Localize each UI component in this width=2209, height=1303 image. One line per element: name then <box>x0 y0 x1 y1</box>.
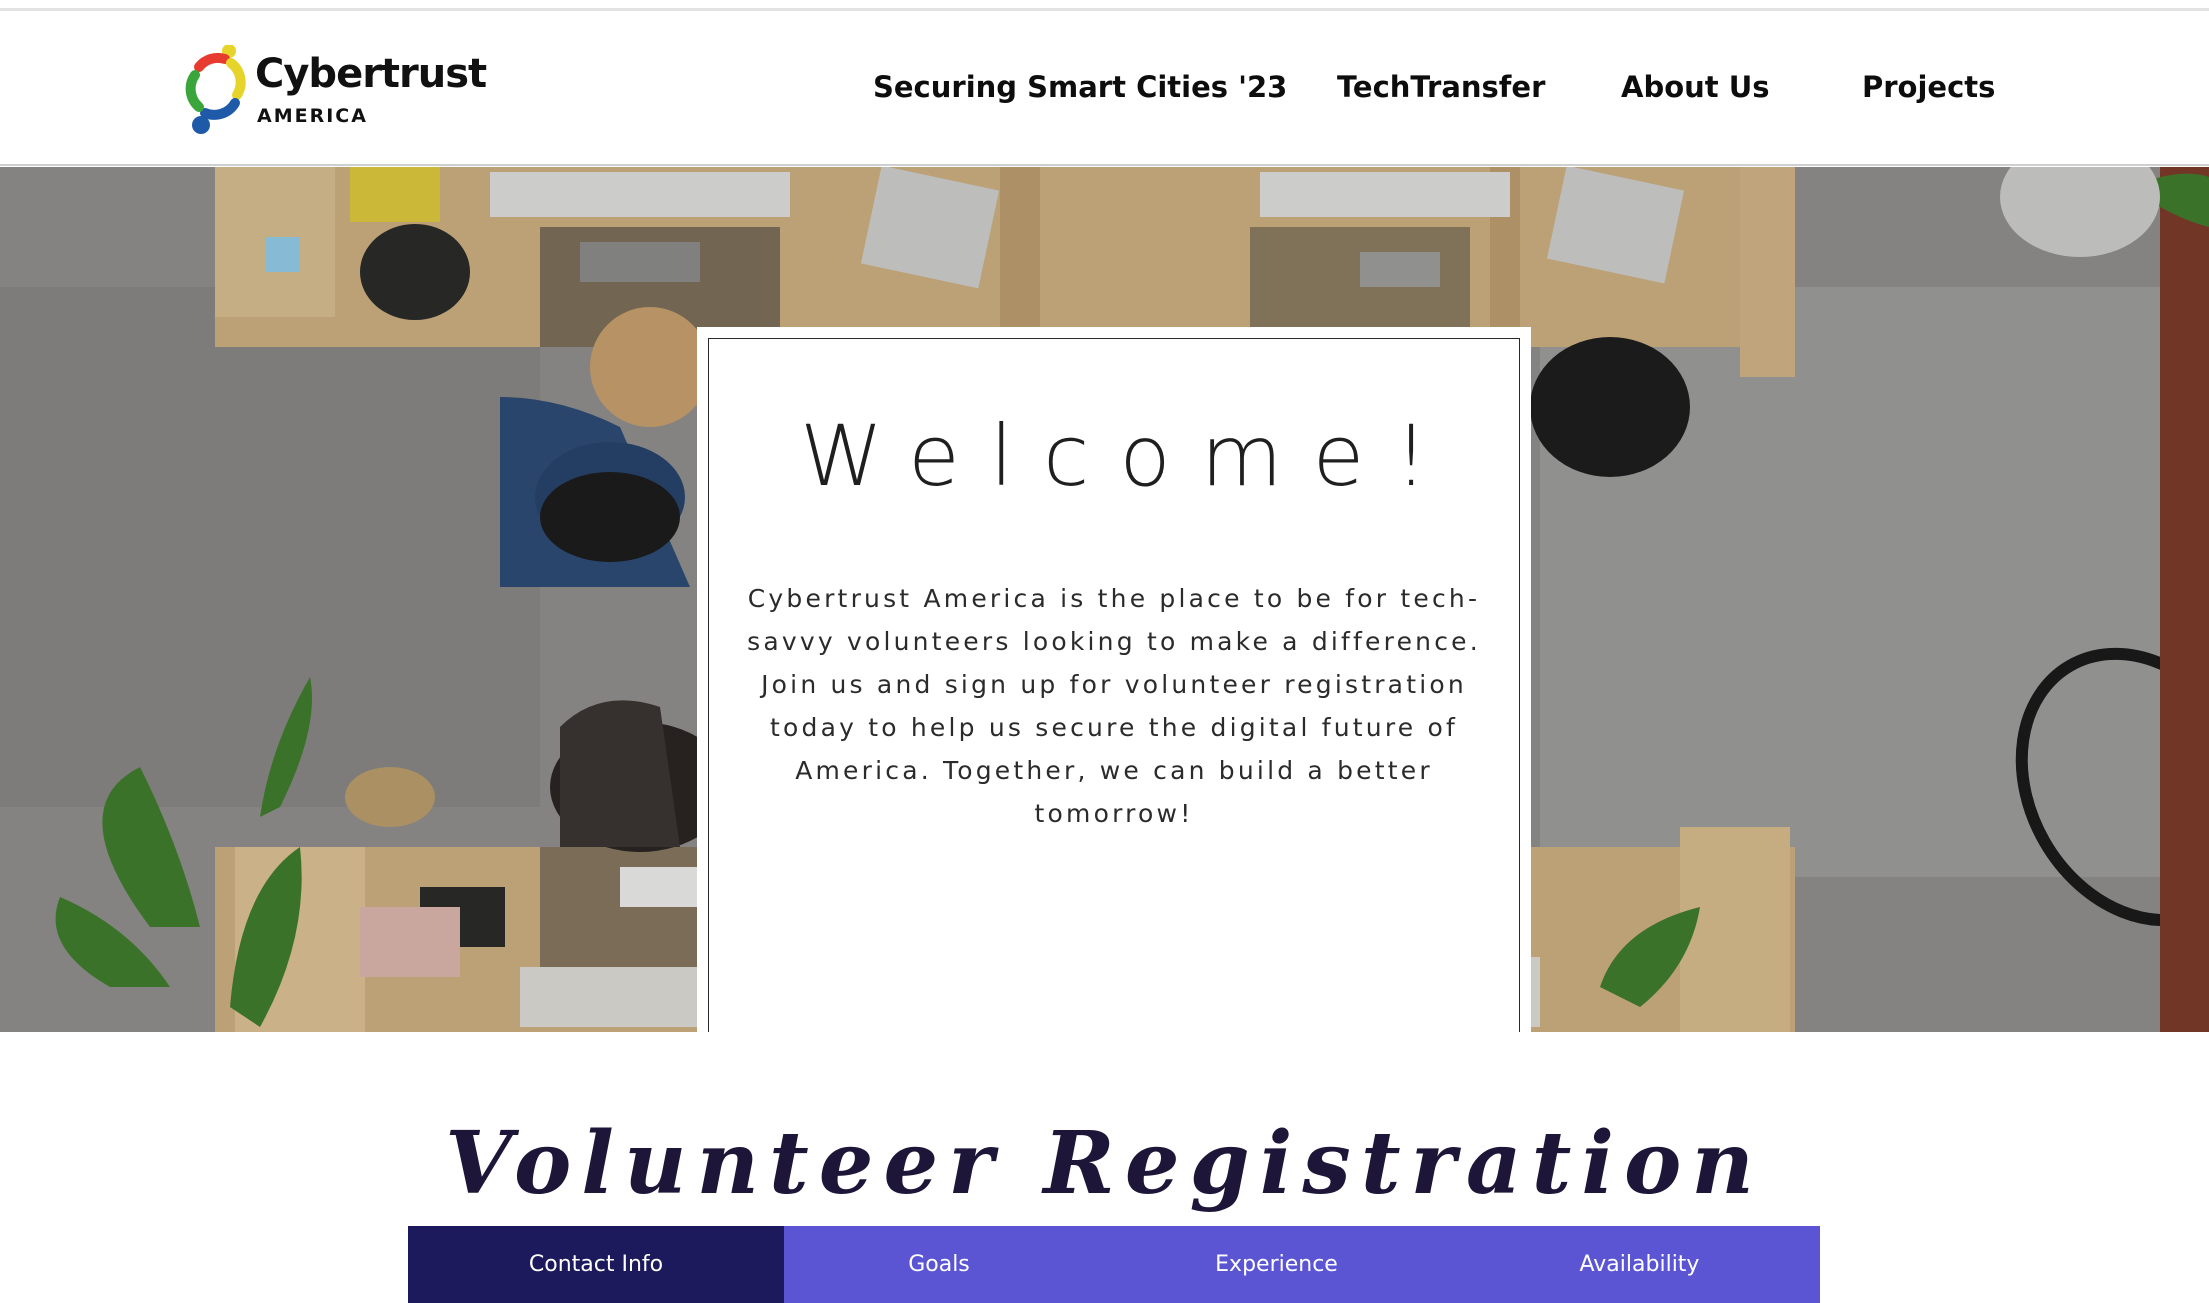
hero-section: Welcome! Cybertrust America is the place… <box>0 167 2209 1032</box>
welcome-card: Welcome! Cybertrust America is the place… <box>697 327 1531 1032</box>
cybertrust-logo[interactable]: Cybertrust AMERICA <box>185 45 487 141</box>
nav-item-projects[interactable]: Projects <box>1862 65 1995 109</box>
tab-availability[interactable]: Availability <box>1459 1226 1820 1303</box>
volunteer-registration-title: Volunteer Registration <box>445 1112 1764 1214</box>
logo-subtitle: AMERICA <box>257 105 368 127</box>
registration-tabs: Contact Info Goals Experience Availabili… <box>408 1226 1820 1303</box>
welcome-title: Welcome! <box>800 407 1458 505</box>
tab-experience[interactable]: Experience <box>1094 1226 1459 1303</box>
site-header: Cybertrust AMERICA Securing Smart Cities… <box>0 11 2209 166</box>
nav-item-securing-smart-cities[interactable]: Securing Smart Cities '23 <box>873 65 1287 109</box>
logo-mark-icon <box>185 45 246 134</box>
nav-item-about-us[interactable]: About Us <box>1621 65 1770 109</box>
welcome-body-text: Cybertrust America is the place to be fo… <box>747 584 1481 828</box>
welcome-card-border: Welcome! Cybertrust America is the place… <box>708 338 1520 1032</box>
logo-name: Cybertrust <box>255 51 487 97</box>
tab-goals[interactable]: Goals <box>784 1226 1094 1303</box>
nav-item-techtransfer[interactable]: TechTransfer <box>1337 65 1545 109</box>
tab-contact-info[interactable]: Contact Info <box>408 1226 784 1303</box>
